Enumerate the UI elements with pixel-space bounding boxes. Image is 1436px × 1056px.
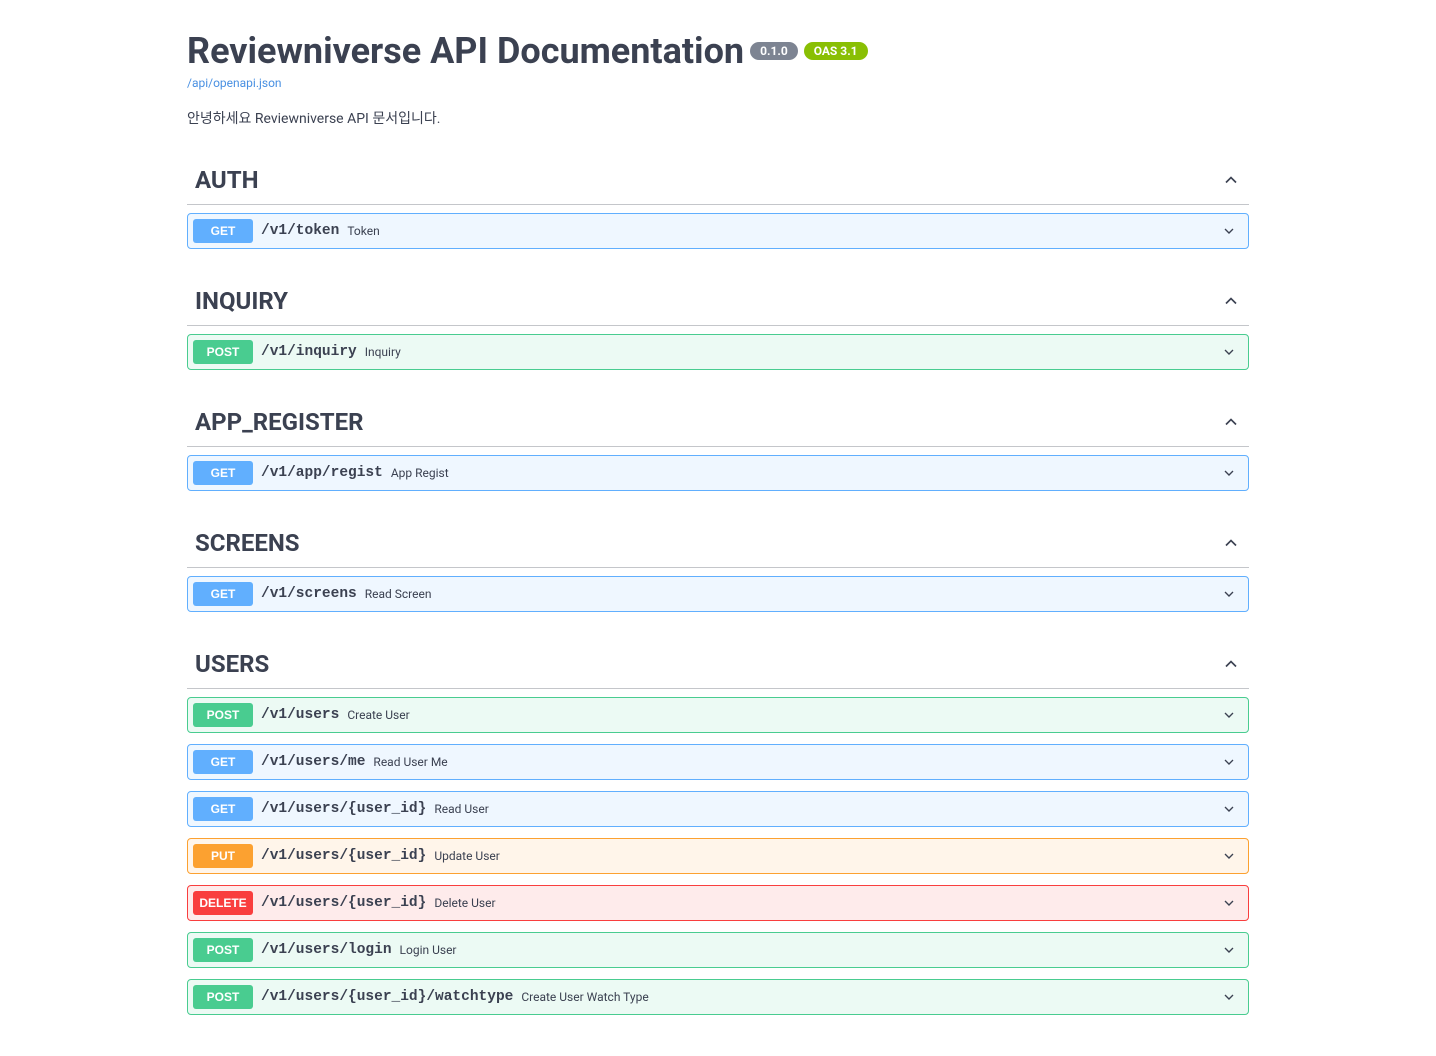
- chevron-down-icon: [1221, 989, 1237, 1005]
- tag-section: INQUIRY POST/v1/inquiry Inquiry: [187, 277, 1249, 370]
- operation-path: /v1/users/{user_id}/watchtype: [261, 989, 513, 1005]
- method-badge: POST: [193, 703, 253, 727]
- operation-path: /v1/users/{user_id}: [261, 895, 426, 911]
- operation-row[interactable]: GET/v1/token Token: [187, 213, 1249, 249]
- chevron-down-icon: [1221, 848, 1237, 864]
- operation-row[interactable]: POST/v1/inquiry Inquiry: [187, 334, 1249, 370]
- method-badge: GET: [193, 461, 253, 485]
- operation-row[interactable]: GET/v1/screens Read Screen: [187, 576, 1249, 612]
- operation-row[interactable]: POST/v1/users Create User: [187, 697, 1249, 733]
- chevron-up-icon: [1221, 291, 1241, 311]
- tag-header[interactable]: INQUIRY: [187, 277, 1249, 326]
- tag-name: INQUIRY: [195, 287, 288, 315]
- method-badge: POST: [193, 938, 253, 962]
- tags-root: AUTH GET/v1/token Token INQUIRY POST/v1/inqu…: [187, 156, 1249, 1015]
- header: Reviewniverse API Documentation 0.1.0 OA…: [187, 30, 1249, 128]
- operation-row[interactable]: PUT/v1/users/{user_id} Update User: [187, 838, 1249, 874]
- chevron-down-icon: [1221, 895, 1237, 911]
- operation-path: /v1/app/regist: [261, 465, 383, 481]
- chevron-up-icon: [1221, 412, 1241, 432]
- method-badge: GET: [193, 797, 253, 821]
- chevron-up-icon: [1221, 654, 1241, 674]
- api-description: 안녕하세요 Reviewniverse API 문서입니다.: [187, 108, 1249, 128]
- method-badge: GET: [193, 219, 253, 243]
- page-container: Reviewniverse API Documentation 0.1.0 OA…: [187, 0, 1249, 1056]
- operation-summary: Delete User: [434, 896, 1221, 910]
- operation-summary: App Regist: [391, 466, 1221, 480]
- operation-path: /v1/users: [261, 707, 339, 723]
- method-badge: GET: [193, 582, 253, 606]
- method-badge: DELETE: [193, 891, 253, 915]
- tag-section: APP_REGISTER GET/v1/app/regist App Regist: [187, 398, 1249, 491]
- operation-list: POST/v1/users Create User GET/v1/users/me R…: [187, 697, 1249, 1015]
- operation-list: GET/v1/screens Read Screen: [187, 576, 1249, 612]
- operation-row[interactable]: DELETE/v1/users/{user_id} Delete User: [187, 885, 1249, 921]
- chevron-down-icon: [1221, 754, 1237, 770]
- chevron-up-icon: [1221, 533, 1241, 553]
- operation-summary: Login User: [400, 943, 1221, 957]
- operation-summary: Read Screen: [365, 587, 1221, 601]
- tag-section: USERS POST/v1/users Create User GET/v1/user…: [187, 640, 1249, 1015]
- chevron-down-icon: [1221, 344, 1237, 360]
- tag-name: USERS: [195, 650, 269, 678]
- method-badge: PUT: [193, 844, 253, 868]
- operation-path: /v1/users/{user_id}: [261, 848, 426, 864]
- operation-row[interactable]: GET/v1/users/me Read User Me: [187, 744, 1249, 780]
- page-title: Reviewniverse API Documentation: [187, 30, 744, 72]
- operation-list: GET/v1/token Token: [187, 213, 1249, 249]
- operation-summary: Create User: [347, 708, 1221, 722]
- operation-row[interactable]: POST/v1/users/{user_id}/watchtype Create …: [187, 979, 1249, 1015]
- tag-section: SCREENS GET/v1/screens Read Screen: [187, 519, 1249, 612]
- tag-header[interactable]: SCREENS: [187, 519, 1249, 568]
- tag-header[interactable]: USERS: [187, 640, 1249, 689]
- version-badge: 0.1.0: [750, 42, 798, 60]
- chevron-down-icon: [1221, 707, 1237, 723]
- operation-row[interactable]: GET/v1/users/{user_id} Read User: [187, 791, 1249, 827]
- operation-summary: Update User: [434, 849, 1221, 863]
- tag-name: APP_REGISTER: [195, 408, 364, 436]
- operation-path: /v1/screens: [261, 586, 357, 602]
- operation-row[interactable]: GET/v1/app/regist App Regist: [187, 455, 1249, 491]
- tag-name: AUTH: [195, 166, 259, 194]
- operation-row[interactable]: POST/v1/users/login Login User: [187, 932, 1249, 968]
- operation-list: POST/v1/inquiry Inquiry: [187, 334, 1249, 370]
- chevron-up-icon: [1221, 170, 1241, 190]
- operation-summary: Read User: [434, 802, 1221, 816]
- operation-summary: Read User Me: [373, 755, 1221, 769]
- chevron-down-icon: [1221, 465, 1237, 481]
- method-badge: POST: [193, 985, 253, 1009]
- operation-summary: Token: [347, 224, 1221, 238]
- method-badge: GET: [193, 750, 253, 774]
- chevron-down-icon: [1221, 586, 1237, 602]
- title-row: Reviewniverse API Documentation 0.1.0 OA…: [187, 30, 1249, 72]
- operation-path: /v1/token: [261, 223, 339, 239]
- tag-header[interactable]: APP_REGISTER: [187, 398, 1249, 447]
- operation-path: /v1/users/{user_id}: [261, 801, 426, 817]
- tag-name: SCREENS: [195, 529, 300, 557]
- chevron-down-icon: [1221, 942, 1237, 958]
- method-badge: POST: [193, 340, 253, 364]
- operation-path: /v1/users/login: [261, 942, 392, 958]
- operation-path: /v1/users/me: [261, 754, 365, 770]
- spec-link[interactable]: /api/openapi.json: [187, 76, 1249, 90]
- tag-header[interactable]: AUTH: [187, 156, 1249, 205]
- chevron-down-icon: [1221, 223, 1237, 239]
- operation-summary: Create User Watch Type: [521, 990, 1221, 1004]
- operation-path: /v1/inquiry: [261, 344, 357, 360]
- tag-section: AUTH GET/v1/token Token: [187, 156, 1249, 249]
- chevron-down-icon: [1221, 801, 1237, 817]
- operation-list: GET/v1/app/regist App Regist: [187, 455, 1249, 491]
- oas-badge: OAS 3.1: [804, 42, 868, 60]
- operation-summary: Inquiry: [365, 345, 1221, 359]
